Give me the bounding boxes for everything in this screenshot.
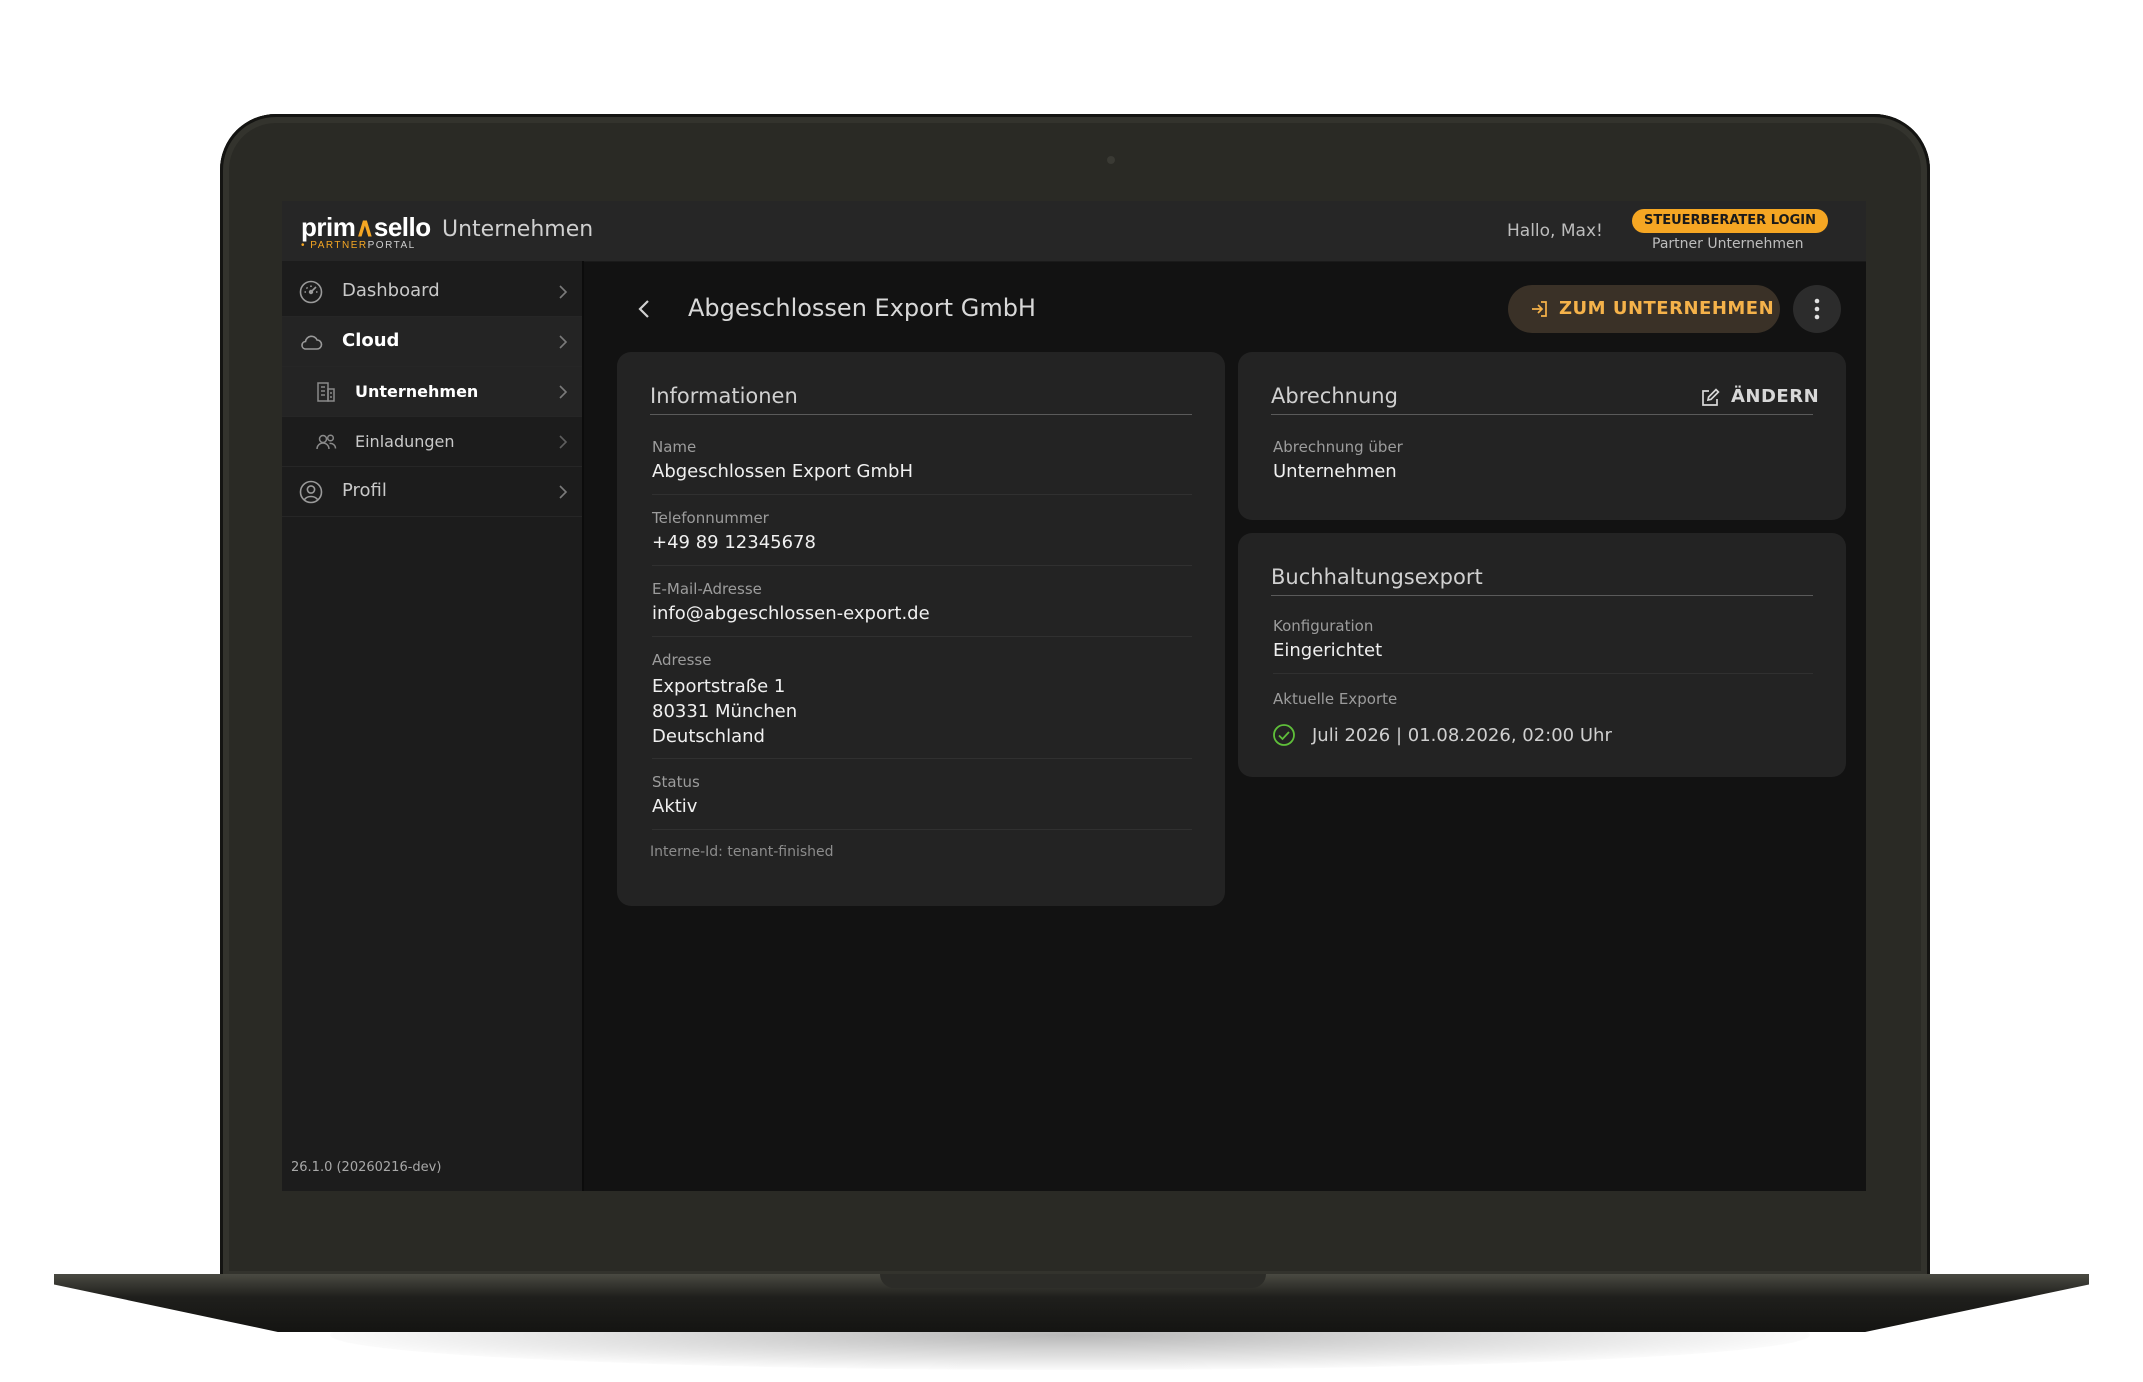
adresse-city: 80331 München	[652, 701, 798, 722]
sidebar-item-label: Profil	[342, 480, 387, 501]
chevron-right-icon	[559, 335, 568, 349]
card-title: Informationen	[650, 384, 1192, 415]
user-greeting: Hallo, Max!	[1507, 221, 1603, 241]
divider	[652, 758, 1192, 759]
telefon-label: Telefonnummer	[652, 509, 769, 527]
adresse-label: Adresse	[652, 651, 712, 669]
header-title: Unternehmen	[442, 217, 594, 242]
top-bar: prim∧sello • PARTNERPORTAL Unternehmen H…	[282, 201, 1866, 262]
primasello-logo[interactable]: prim∧sello • PARTNERPORTAL	[301, 212, 431, 252]
abrechnung-ueber-label: Abrechnung über	[1273, 438, 1403, 456]
adresse-country: Deutschland	[652, 726, 765, 747]
laptop-camera	[1107, 156, 1115, 164]
status-label: Status	[652, 773, 700, 791]
check-circle-icon	[1273, 724, 1295, 746]
divider	[652, 494, 1192, 495]
building-icon	[317, 382, 335, 402]
abrechnung-card: Abrechnung ÄNDERN Abrechnung über Untern…	[1238, 352, 1846, 520]
page-title: Abgeschlossen Export GmbH	[688, 294, 1036, 322]
edit-icon	[1702, 388, 1720, 406]
user-circle-icon	[299, 480, 323, 504]
sidebar-item-label: Unternehmen	[355, 382, 479, 401]
name-value: Abgeschlossen Export GmbH	[652, 461, 913, 482]
vertical-dots-icon	[1814, 298, 1820, 320]
sidebar-item-label: Einladungen	[355, 432, 455, 451]
telefon-value: +49 89 12345678	[652, 532, 816, 553]
app-screen: prim∧sello • PARTNERPORTAL Unternehmen H…	[282, 201, 1866, 1191]
partner-role-label: Partner Unternehmen	[1652, 236, 1804, 252]
sidebar-item-einladungen[interactable]: Einladungen	[282, 417, 582, 467]
login-icon	[1532, 301, 1547, 317]
card-title: Buchhaltungsexport	[1271, 565, 1813, 596]
sidebar: Dashboard Cloud Unternehmen Einladungen …	[282, 261, 584, 1191]
divider	[652, 565, 1192, 566]
speedometer-icon	[299, 280, 323, 304]
divider	[652, 636, 1192, 637]
sidebar-item-profil[interactable]: Profil	[282, 467, 582, 517]
users-icon	[316, 434, 337, 450]
informationen-card: Informationen Name Abgeschlossen Export …	[617, 352, 1225, 906]
sidebar-item-label: Dashboard	[342, 280, 440, 301]
status-value: Aktiv	[652, 796, 698, 817]
laptop-base-notch	[880, 1274, 1266, 1288]
cloud-icon	[301, 335, 323, 350]
email-value: info@abgeschlossen-export.de	[652, 603, 930, 624]
konfiguration-value: Eingerichtet	[1273, 640, 1383, 661]
zum-unternehmen-button[interactable]: ZUM UNTERNEHMEN	[1508, 285, 1780, 333]
sidebar-item-dashboard[interactable]: Dashboard	[282, 267, 582, 317]
chevron-right-icon	[559, 435, 568, 449]
abrechnung-ueber-value: Unternehmen	[1273, 461, 1397, 482]
zum-unternehmen-label: ZUM UNTERNEHMEN	[1559, 298, 1775, 319]
sidebar-item-unternehmen[interactable]: Unternehmen	[282, 367, 582, 417]
back-arrow-icon[interactable]	[635, 297, 655, 321]
logo-subtitle: • PARTNERPORTAL	[301, 240, 416, 251]
divider	[1273, 673, 1813, 674]
name-label: Name	[652, 438, 697, 456]
chevron-right-icon	[559, 485, 568, 499]
sidebar-item-cloud[interactable]: Cloud	[282, 317, 582, 367]
aendern-label: ÄNDERN	[1731, 386, 1820, 407]
adresse-street: Exportstraße 1	[652, 676, 786, 697]
chevron-right-icon	[559, 385, 568, 399]
aktuelle-exporte-label: Aktuelle Exporte	[1273, 690, 1398, 708]
app-version: 26.1.0 (20260216-dev)	[291, 1160, 442, 1175]
internal-id: Interne-Id: tenant-finished	[650, 844, 834, 860]
logo-wordmark: prim∧sello	[301, 212, 431, 242]
konfiguration-label: Konfiguration	[1273, 617, 1374, 635]
steuerberater-login-badge[interactable]: STEUERBERATER LOGIN	[1632, 209, 1828, 233]
email-label: E-Mail-Adresse	[652, 580, 762, 598]
sidebar-item-label: Cloud	[342, 330, 400, 351]
buchhaltungsexport-card: Buchhaltungsexport Konfiguration Eingeri…	[1238, 533, 1846, 777]
chevron-right-icon	[559, 285, 568, 299]
divider	[652, 829, 1192, 830]
more-options-button[interactable]	[1793, 285, 1841, 333]
export-entry[interactable]: Juli 2026 | 01.08.2026, 02:00 Uhr	[1312, 723, 1612, 748]
